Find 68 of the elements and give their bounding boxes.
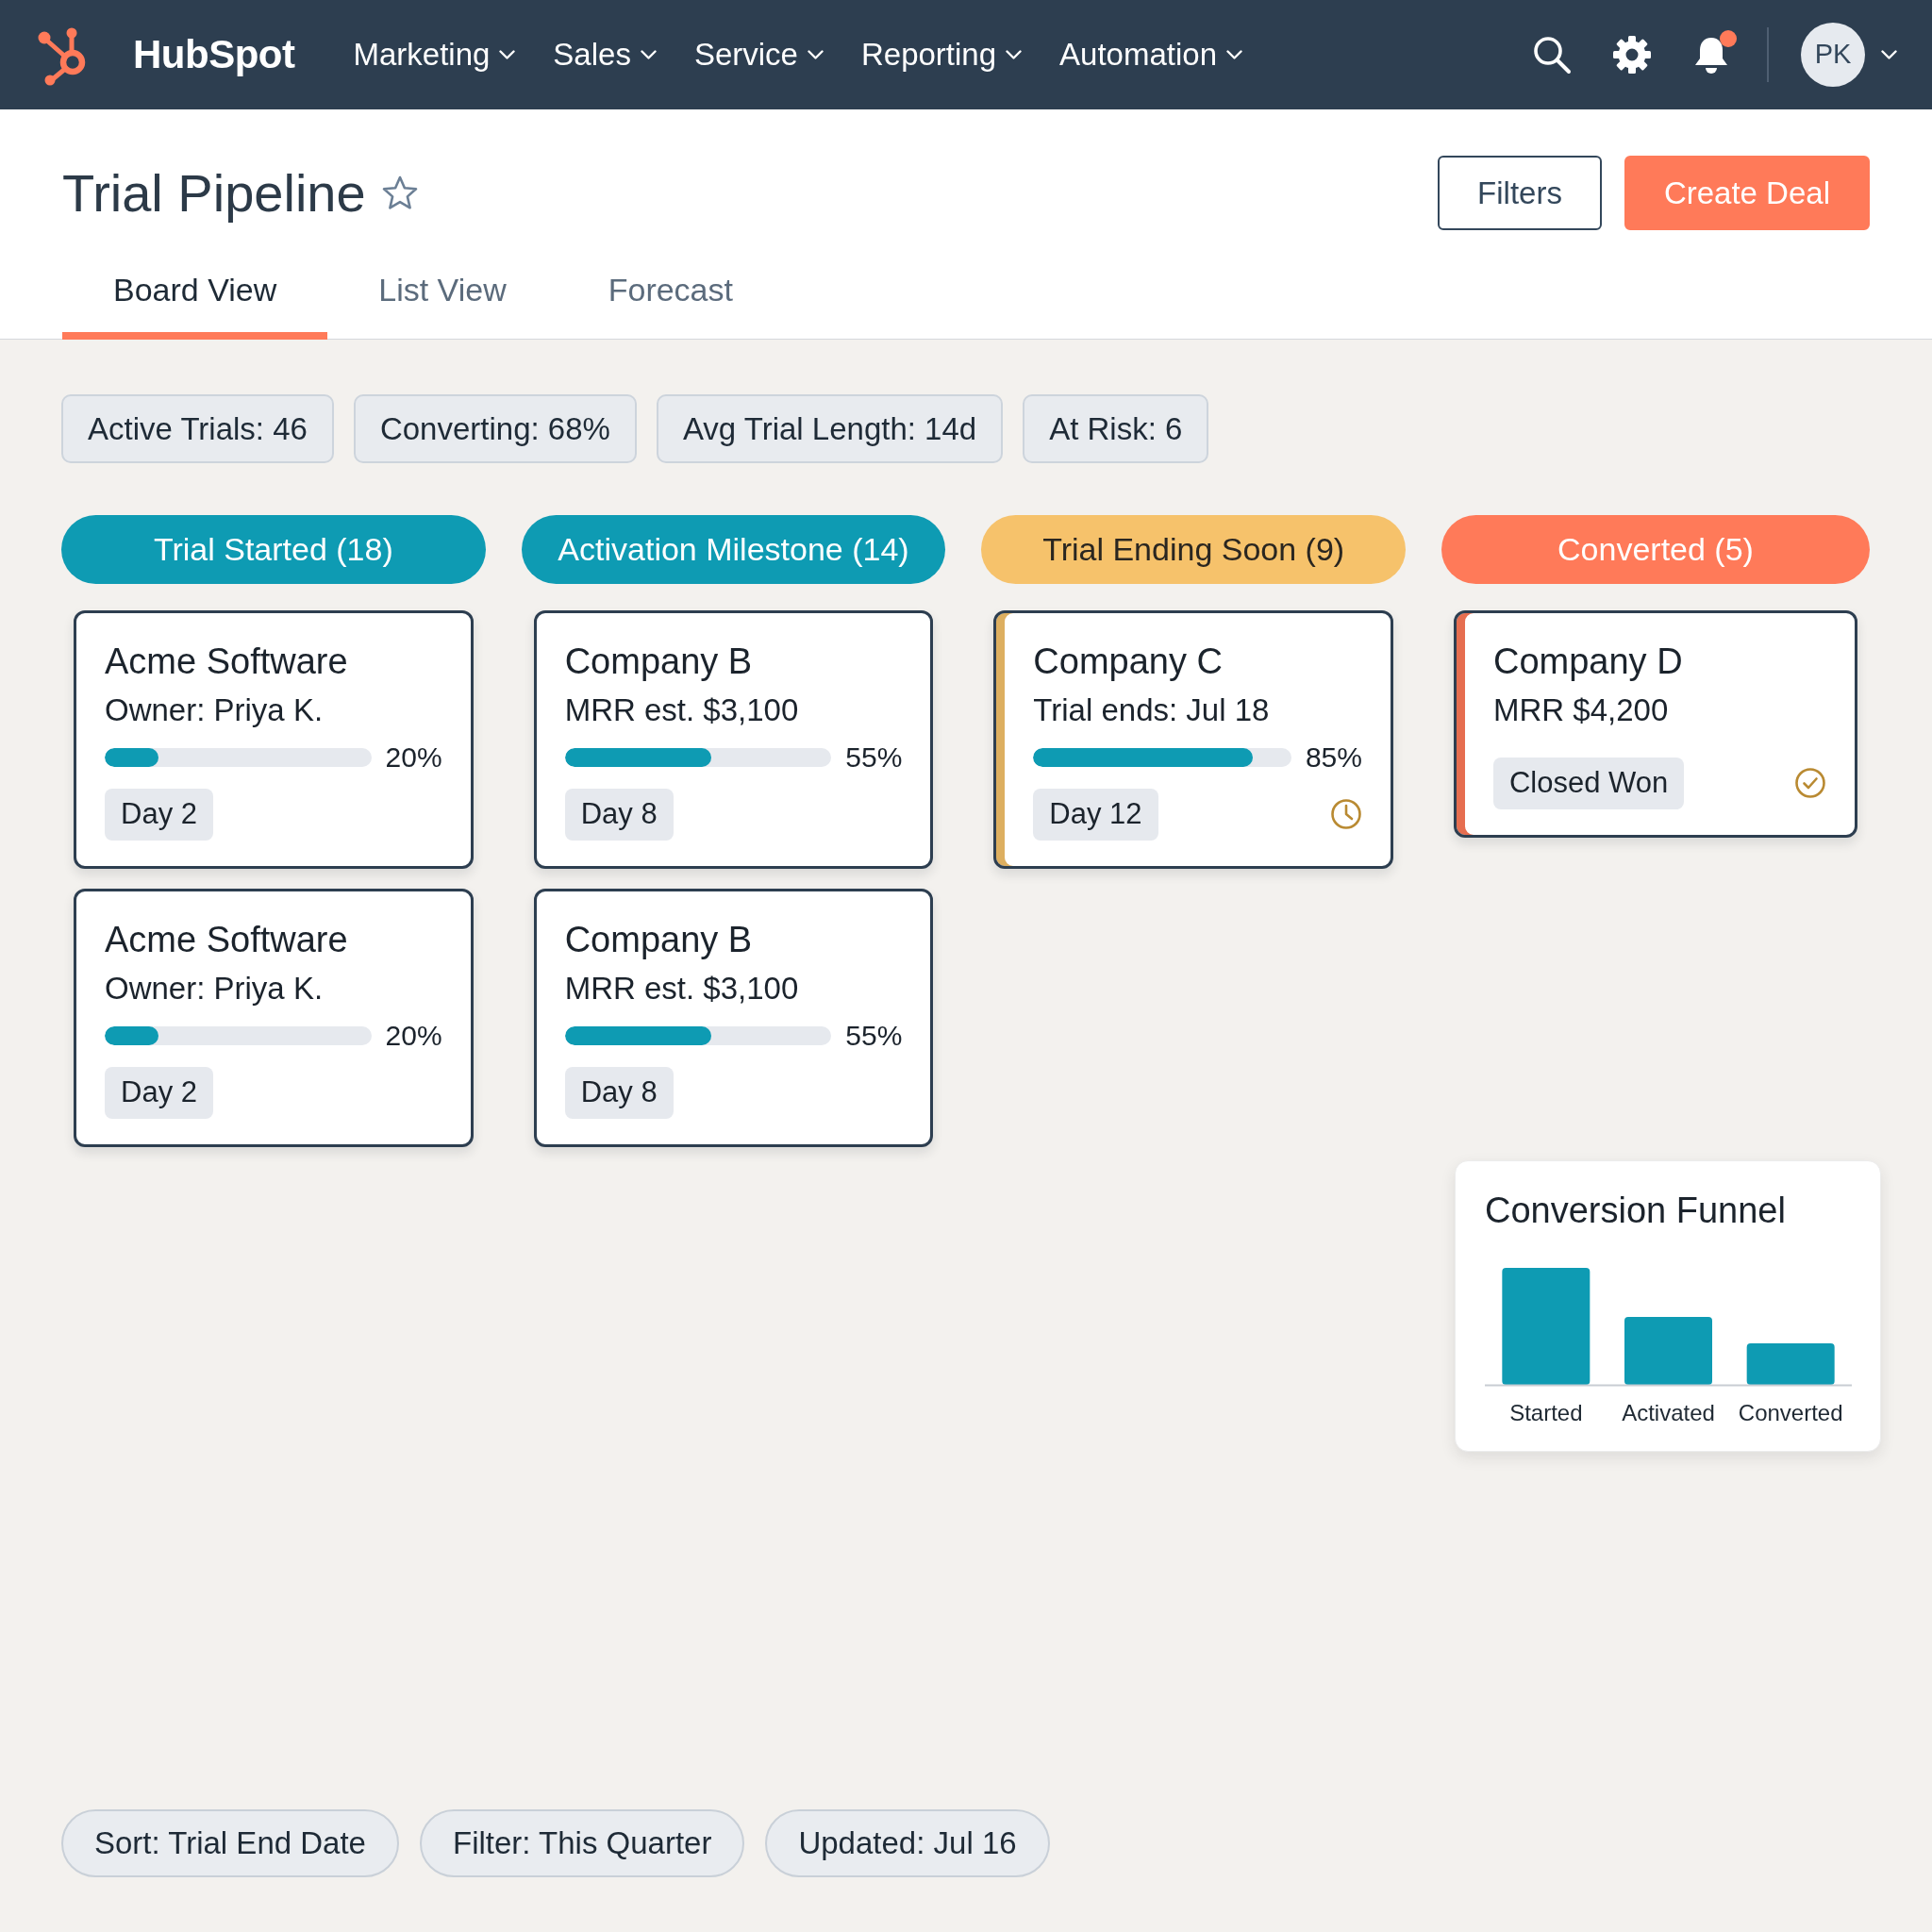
deal-card[interactable]: Company B MRR est. $3,100 55% Day 8 bbox=[533, 888, 934, 1147]
caret-icon bbox=[1881, 50, 1897, 59]
nav-menu-item[interactable]: Service bbox=[693, 36, 824, 74]
page-title: Trial Pipeline bbox=[62, 161, 366, 225]
tab[interactable]: Board View bbox=[62, 249, 328, 340]
day-tag: Day 8 bbox=[564, 788, 674, 841]
card-detail: MRR est. $3,100 bbox=[564, 969, 800, 1008]
filters-button[interactable]: Filters bbox=[1438, 156, 1602, 230]
tab[interactable]: Forecast bbox=[557, 249, 784, 340]
card-title: Acme Software bbox=[105, 640, 349, 683]
settings-icon[interactable] bbox=[1612, 35, 1652, 75]
card-title: Company B bbox=[564, 640, 754, 683]
nav-menu-item[interactable]: Marketing bbox=[353, 36, 516, 74]
deal-card[interactable]: Company B MRR est. $3,100 55% Day 8 bbox=[533, 609, 934, 869]
caret-icon bbox=[1006, 50, 1023, 59]
category-label: Activated bbox=[1622, 1399, 1715, 1425]
caret-icon bbox=[807, 50, 824, 59]
deal-card[interactable]: Acme Software Owner: Priya K. 20% Day 2 bbox=[74, 888, 474, 1147]
deal-card[interactable]: Acme Software Owner: Priya K. 20% Day 2 bbox=[74, 609, 474, 869]
search-icon[interactable] bbox=[1532, 35, 1572, 75]
footer-chip[interactable]: Updated: Jul 16 bbox=[765, 1809, 1050, 1877]
nav-menu-item[interactable]: Sales bbox=[553, 36, 657, 74]
nav-menu-item[interactable]: Reporting bbox=[860, 36, 1023, 74]
column-header: Converted (5) bbox=[1441, 514, 1870, 584]
card-detail: Trial ends: Jul 18 bbox=[1033, 691, 1271, 729]
category-label: Converted bbox=[1738, 1399, 1843, 1425]
brand-name[interactable]: HubSpot bbox=[133, 30, 295, 79]
metric-tag: Converting: 68% bbox=[353, 393, 637, 463]
deal-card[interactable]: Company D MRR $4,200 Closed Won bbox=[1454, 609, 1857, 838]
card-detail: MRR $4,200 bbox=[1493, 691, 1670, 729]
card-title: Company C bbox=[1033, 640, 1224, 683]
check-circle-icon bbox=[1794, 767, 1826, 800]
progress-percent: 85% bbox=[1305, 740, 1362, 774]
card-title: Acme Software bbox=[105, 918, 349, 961]
column-header: Trial Ending Soon (9) bbox=[981, 514, 1406, 584]
clock-icon bbox=[1330, 798, 1362, 831]
day-tag: Day 12 bbox=[1033, 788, 1158, 841]
progress-percent: 55% bbox=[845, 1018, 903, 1053]
bell-icon[interactable] bbox=[1692, 35, 1730, 75]
card-title: Company D bbox=[1493, 640, 1684, 683]
metric-tag: At Risk: 6 bbox=[1023, 393, 1209, 463]
card-detail: Owner: Priya K. bbox=[105, 969, 325, 1008]
caret-icon bbox=[499, 50, 516, 59]
footer-chip[interactable]: Sort: Trial End Date bbox=[61, 1809, 399, 1877]
card-detail: MRR est. $3,100 bbox=[564, 691, 800, 729]
chart-title: Conversion Funnel bbox=[1485, 1189, 1787, 1232]
category-label: Started bbox=[1509, 1399, 1583, 1425]
footer-chip[interactable]: Filter: This Quarter bbox=[419, 1809, 745, 1877]
card-detail: Owner: Priya K. bbox=[105, 691, 325, 729]
status-tag: Closed Won bbox=[1493, 757, 1685, 809]
card-title: Company B bbox=[564, 918, 754, 961]
deal-card[interactable]: Company C Trial ends: Jul 18 85% Day 12 bbox=[993, 609, 1393, 869]
caret-icon bbox=[640, 50, 657, 59]
progress-percent: 55% bbox=[845, 740, 903, 774]
star-icon[interactable] bbox=[380, 174, 419, 212]
column-header: Trial Started (18) bbox=[61, 514, 486, 584]
metric-tag: Avg Trial Length: 14d bbox=[656, 393, 1004, 463]
nav-menu-item[interactable]: Automation bbox=[1059, 36, 1242, 74]
column-header: Activation Milestone (14) bbox=[521, 514, 946, 584]
day-tag: Day 2 bbox=[105, 1066, 213, 1119]
progress-percent: 20% bbox=[385, 1018, 442, 1053]
metric-tag: Active Trials: 46 bbox=[61, 393, 334, 463]
progress-percent: 20% bbox=[385, 740, 442, 774]
day-tag: Day 2 bbox=[105, 788, 213, 841]
tab[interactable]: List View bbox=[327, 249, 558, 340]
avatar[interactable]: PK bbox=[1801, 23, 1865, 87]
day-tag: Day 8 bbox=[564, 1066, 674, 1119]
caret-icon bbox=[1226, 50, 1242, 59]
